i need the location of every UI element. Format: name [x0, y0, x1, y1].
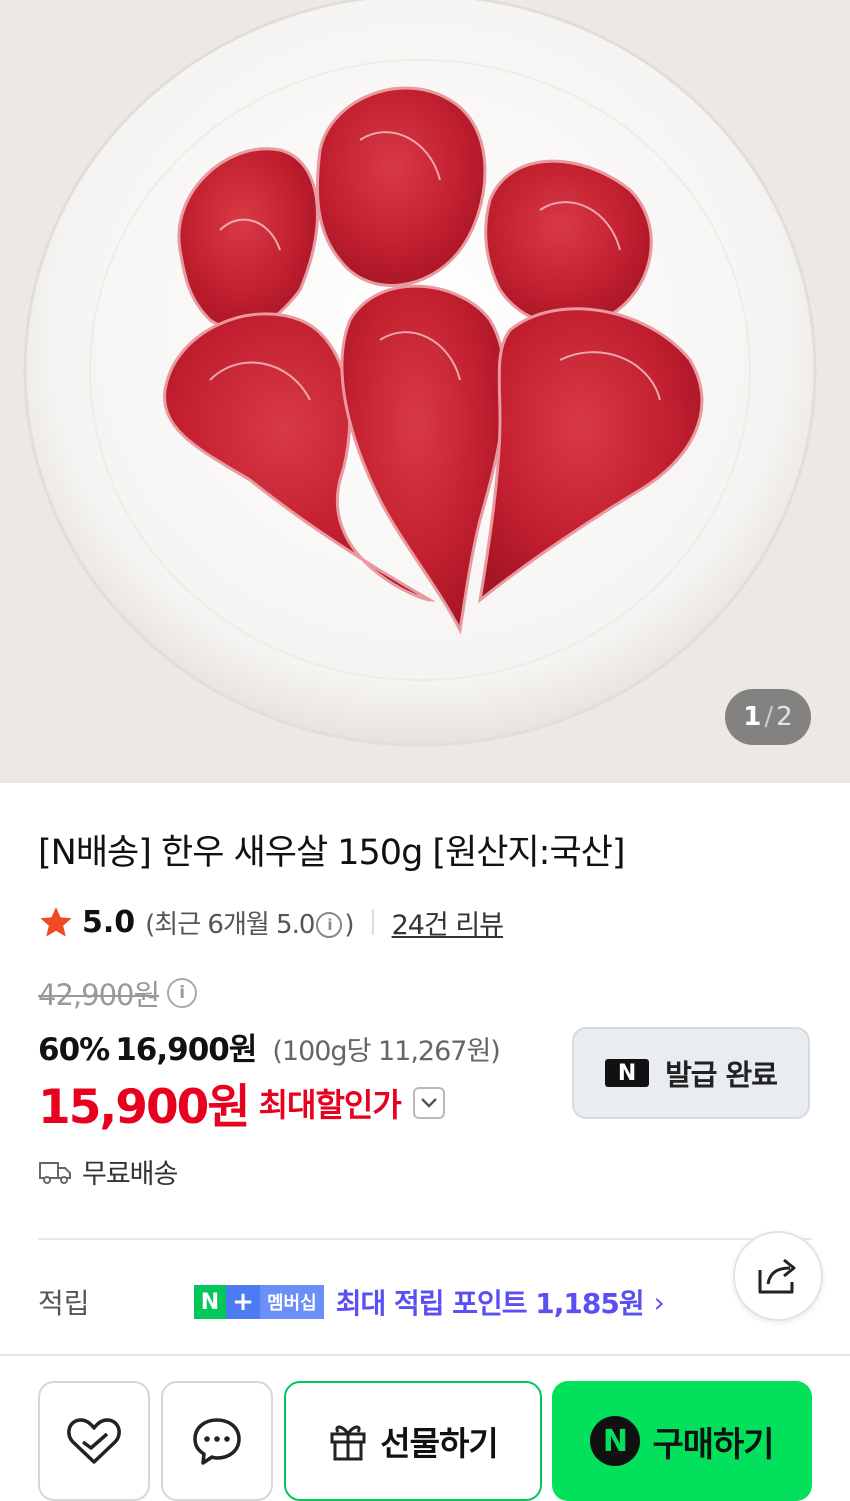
original-price-row: 42,900원 i: [38, 972, 198, 1014]
image-total: 2: [776, 702, 793, 732]
coupon-button[interactable]: N 발급 완료: [572, 1027, 810, 1119]
naver-n-icon: N: [605, 1059, 650, 1087]
chevron-down-icon[interactable]: [412, 1086, 445, 1119]
rating-row: 5.0 (최근 6개월 5.0 i) 24건 리뷰: [38, 900, 504, 944]
max-points-text: 최대 적립 포인트 1,185원: [335, 1287, 645, 1320]
recent-rating-text: (최근 6개월 5.0: [145, 909, 315, 940]
sale-price-row: 60% 16,900원 (100g당 11,267원): [38, 1024, 501, 1069]
points-row[interactable]: 적립 N + 멤버십 최대 적립 포인트 1,185원 ›: [38, 1280, 718, 1324]
plus-icon: +: [226, 1285, 260, 1319]
heart-check-icon: [67, 1418, 121, 1464]
original-price: 42,900원: [38, 978, 160, 1012]
buy-button[interactable]: N 구매하기: [552, 1381, 812, 1501]
divider-line: [38, 1238, 812, 1240]
coupon-label: 발급 완료: [665, 1058, 778, 1092]
info-icon[interactable]: i: [316, 912, 343, 938]
final-price-row: 15,900원 최대할인가: [38, 1068, 445, 1137]
bottom-bar-divider: [0, 1354, 850, 1356]
final-price-label: 최대할인가: [258, 1085, 402, 1124]
chevron-right-icon: ›: [653, 1285, 665, 1319]
naver-n-icon: N: [194, 1285, 226, 1319]
buy-label: 구매하기: [652, 1424, 774, 1465]
share-icon: [758, 1258, 796, 1294]
unit-price: (100g당 11,267원): [272, 1036, 500, 1067]
shipping-label: 무료배송: [82, 1159, 178, 1190]
recent-rating-close: ): [344, 909, 354, 940]
reviews-link[interactable]: 24건 리뷰: [392, 903, 504, 942]
rating-score: 5.0: [82, 904, 136, 940]
discount-rate: 60%: [38, 1032, 110, 1068]
image-index: 1: [743, 702, 762, 732]
recent-rating: (최근 6개월 5.0 i): [145, 904, 354, 941]
gift-button[interactable]: 선물하기: [284, 1381, 542, 1501]
truck-icon: [39, 1161, 71, 1184]
product-photo: [0, 0, 850, 783]
talk-button[interactable]: [161, 1381, 273, 1501]
points-label: 적립: [38, 1287, 90, 1320]
image-counter: 1/2: [725, 689, 811, 745]
product-image[interactable]: 1/2: [0, 0, 850, 783]
product-title: [N배송] 한우 새우살 150g [원산지:국산]: [38, 833, 626, 873]
price-info-icon[interactable]: i: [167, 978, 198, 1008]
membership-label: 멤버십: [260, 1285, 324, 1319]
chat-bubble-icon: [193, 1418, 241, 1465]
sale-price: 16,900원: [115, 1032, 257, 1068]
star-icon: [40, 907, 72, 937]
membership-badge: N + 멤버십: [194, 1285, 324, 1319]
final-price: 15,900원: [38, 1080, 251, 1135]
naver-pay-icon: N: [590, 1416, 641, 1466]
image-counter-separator: /: [764, 702, 774, 732]
wishlist-button[interactable]: [38, 1381, 150, 1501]
divider: [371, 909, 374, 935]
gift-label: 선물하기: [380, 1424, 498, 1463]
shipping-row: 무료배송: [38, 1152, 178, 1191]
gift-icon: [330, 1425, 366, 1461]
share-button[interactable]: [733, 1231, 823, 1321]
